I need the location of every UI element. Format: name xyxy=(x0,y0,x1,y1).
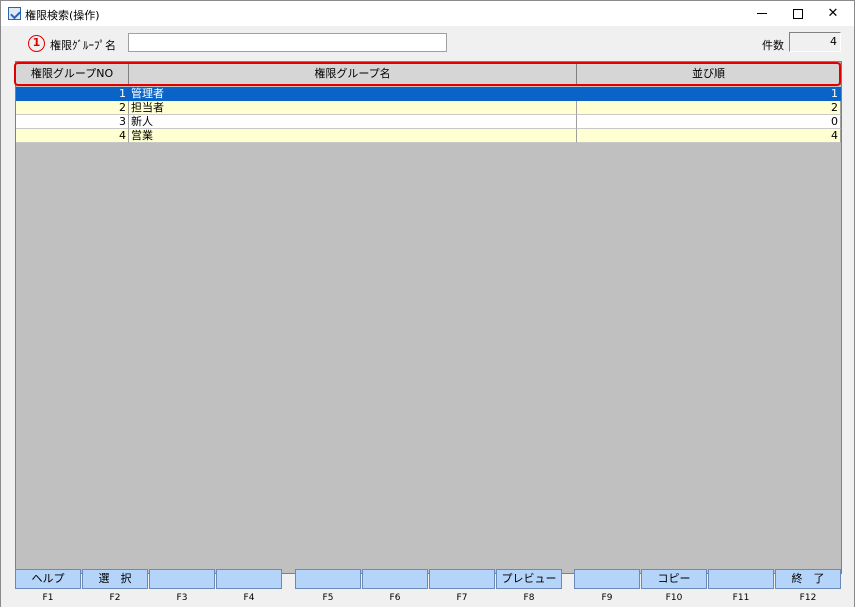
cell-order: 1 xyxy=(577,87,841,101)
cell-order: 0 xyxy=(577,115,841,129)
fkey-button-f4[interactable] xyxy=(216,569,282,589)
cell-name: 担当者 xyxy=(129,101,577,115)
fkey-button-f8[interactable]: プレビュー xyxy=(496,569,562,589)
fkey-label-f6: F6 xyxy=(389,593,401,603)
table-row[interactable]: 2 担当者 2 xyxy=(16,101,841,115)
close-button[interactable]: ✕ xyxy=(810,1,855,27)
minimize-icon xyxy=(757,13,767,14)
fkey-button-f2[interactable]: 選 択 xyxy=(82,569,148,589)
fkey-label-f9: F9 xyxy=(601,593,613,603)
fkey-button-f3[interactable] xyxy=(149,569,215,589)
column-header-name[interactable]: 権限グループ名 xyxy=(129,63,577,85)
column-header-order[interactable]: 並び順 xyxy=(577,63,841,85)
fkey-button-f12[interactable]: 終 了 xyxy=(775,569,841,589)
fkey-label-f8: F8 xyxy=(523,593,535,603)
fkey-button-f10[interactable]: コピー xyxy=(641,569,707,589)
fkey-label-f1: F1 xyxy=(42,593,54,603)
fkey-label-f3: F3 xyxy=(176,593,188,603)
fkey-label-f2: F2 xyxy=(109,593,121,603)
close-icon: ✕ xyxy=(827,6,839,21)
group-name-label: 権限ｸﾞﾙｰﾌﾟ名 xyxy=(50,39,116,52)
fkey-button-f7[interactable] xyxy=(429,569,495,589)
cell-no: 1 xyxy=(16,87,129,101)
column-header-no[interactable]: 権限グループNO xyxy=(16,63,129,85)
cell-no: 4 xyxy=(16,129,129,143)
table-row[interactable]: 4 営業 4 xyxy=(16,129,841,143)
fkey-button-f5[interactable] xyxy=(295,569,361,589)
cell-name: 新人 xyxy=(129,115,577,129)
client-area: 1 権限ｸﾞﾙｰﾌﾟ名 件数 4 権限グループNO 権限グループ名 並び順 1管… xyxy=(0,26,855,607)
fkey-label-f12: F12 xyxy=(799,593,817,603)
app-icon xyxy=(8,7,21,20)
cell-order: 4 xyxy=(577,129,841,143)
cell-no: 3 xyxy=(16,115,129,129)
cell-name: 管理者 xyxy=(129,87,577,101)
cell-no: 2 xyxy=(16,101,129,115)
cell-name: 営業 xyxy=(129,129,577,143)
fkey-button-f9[interactable] xyxy=(574,569,640,589)
fkey-button-f1[interactable]: ヘルプ xyxy=(15,569,81,589)
grid-rows: 1 管理者 1 2 担当者 2 3 新人 0 4 営業 4 xyxy=(16,87,841,143)
count-label: 件数 xyxy=(762,39,784,52)
fkey-button-f6[interactable] xyxy=(362,569,428,589)
table-row[interactable]: 1 管理者 1 xyxy=(16,87,841,101)
title-bar: 権限検索(操作) ✕ xyxy=(0,0,855,26)
annotation-marker: 1 xyxy=(28,35,45,52)
fkey-button-f11[interactable] xyxy=(708,569,774,589)
count-value: 4 xyxy=(789,32,841,52)
fkey-label-f5: F5 xyxy=(322,593,334,603)
fkey-label-f7: F7 xyxy=(456,593,468,603)
group-name-input[interactable] xyxy=(128,33,447,52)
fkey-label-f4: F4 xyxy=(243,593,255,603)
maximize-icon xyxy=(793,8,803,19)
grid-header: 権限グループNO 権限グループ名 並び順 xyxy=(16,63,841,85)
table-row[interactable]: 3 新人 0 xyxy=(16,115,841,129)
cell-order: 2 xyxy=(577,101,841,115)
window-title: 権限検索(操作) xyxy=(25,9,100,22)
function-key-bar: ヘルプ F1 選 択 F2 F3 F4 F5 F6 F7 プレビュー F8 F9 コピー F10 F11 終 … xyxy=(15,569,842,605)
fkey-label-f10: F10 xyxy=(665,593,683,603)
results-grid[interactable]: 権限グループNO 権限グループ名 並び順 1 管理者 1 2 担当者 2 3 新人 0 4 営業 4 xyxy=(14,61,842,574)
fkey-label-f11: F11 xyxy=(732,593,750,603)
